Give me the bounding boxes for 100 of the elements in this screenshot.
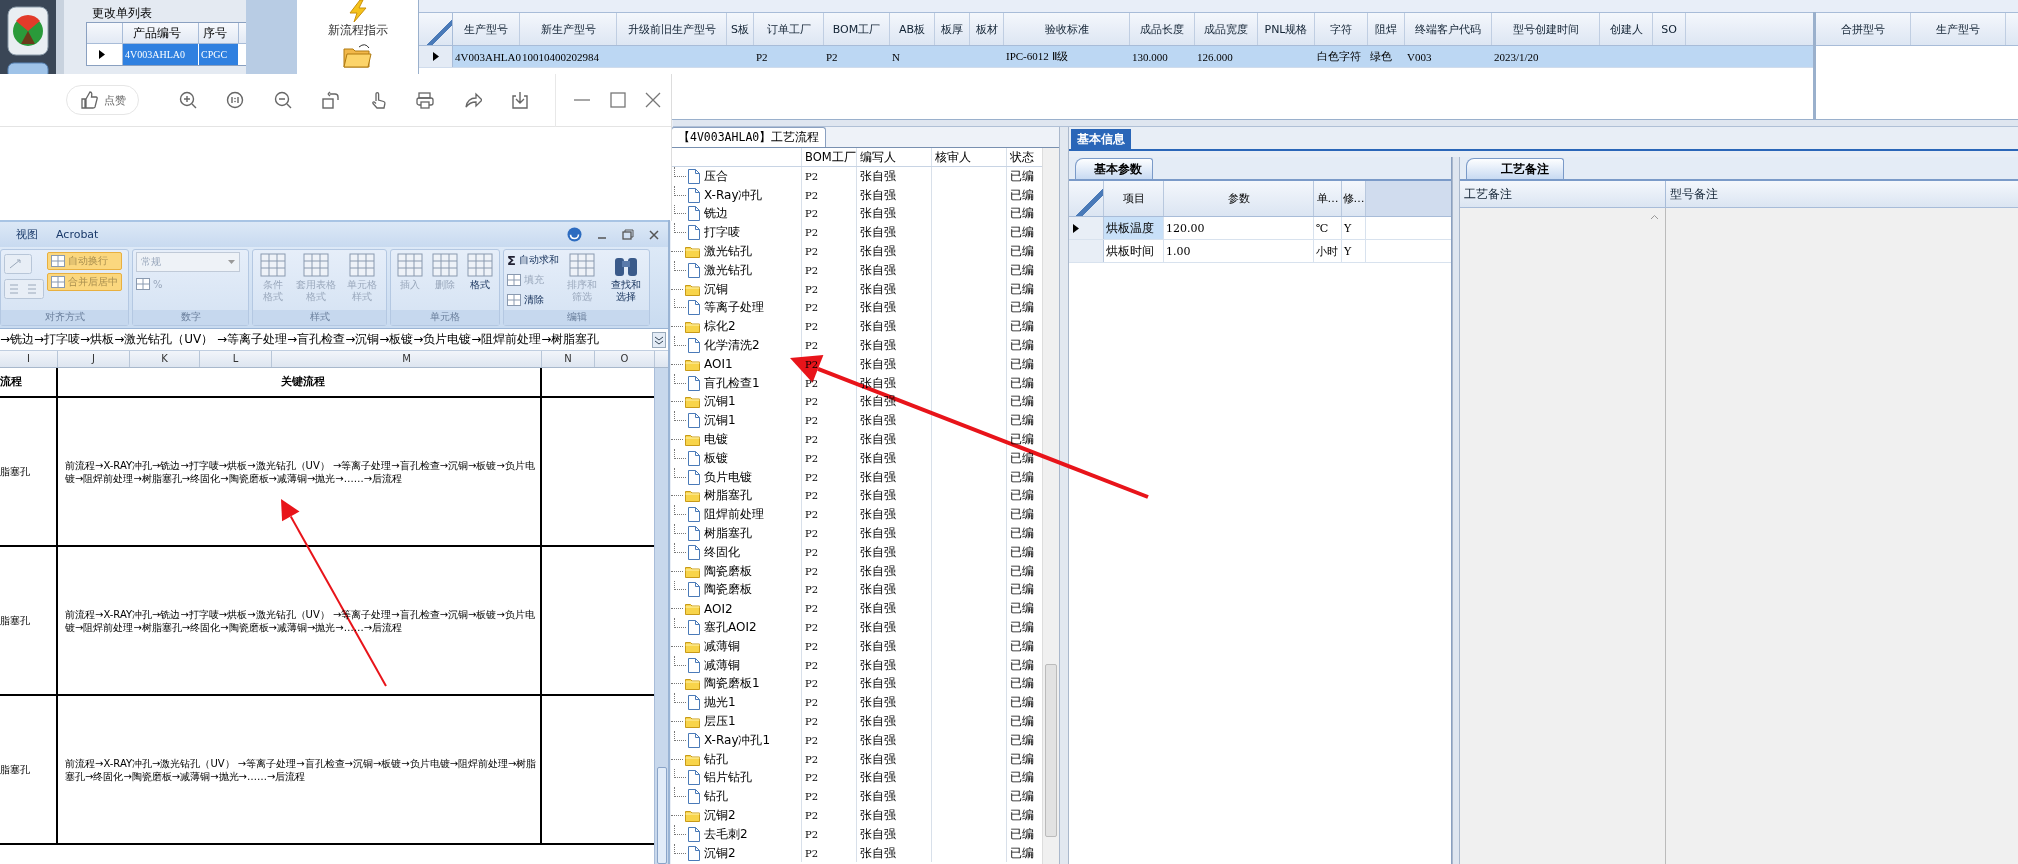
tab[interactable]: 【4V003AHLA0】工艺流程 bbox=[671, 127, 827, 147]
restore-icon[interactable] bbox=[622, 228, 634, 241]
tree-item[interactable]: 层压1 bbox=[704, 713, 736, 730]
tree-item[interactable]: X-Ray冲孔 bbox=[704, 186, 763, 204]
ribbon-button[interactable]: Σ 自动求和 bbox=[507, 252, 559, 269]
scrollbar[interactable] bbox=[654, 368, 668, 864]
tree-item[interactable]: 陶瓷磨板1 bbox=[704, 675, 760, 693]
column-header[interactable]: 状态 bbox=[1007, 148, 1042, 166]
tree-item[interactable]: 钻孔 bbox=[704, 788, 728, 806]
column-header[interactable]: 单… bbox=[1314, 181, 1342, 216]
column-header[interactable]: 成品宽度 bbox=[1195, 13, 1258, 45]
column-header[interactable]: L bbox=[200, 351, 272, 367]
tree-item[interactable]: 激光钻孔 bbox=[704, 243, 752, 261]
column-header[interactable]: 生产型号 bbox=[1911, 13, 2006, 45]
column-header[interactable]: 工艺备注 bbox=[1460, 181, 1666, 207]
column-header[interactable]: 项目 bbox=[1104, 181, 1164, 216]
tree-item[interactable]: 盲孔检查1 bbox=[704, 374, 760, 392]
tree-item[interactable]: 陶瓷磨板 bbox=[704, 562, 752, 580]
scrollbar[interactable] bbox=[1042, 148, 1059, 864]
column-header[interactable]: 字符 bbox=[1315, 13, 1368, 45]
column-header[interactable]: N bbox=[542, 351, 595, 367]
tree-item[interactable]: AOI1 bbox=[704, 357, 733, 372]
tree-item[interactable]: X-Ray冲孔1 bbox=[704, 731, 771, 749]
tab[interactable]: 基本参数 bbox=[1075, 158, 1153, 179]
formula-field[interactable]: →铣边→打字唛→烘板→激光钻孔（UV） →等离子处理→盲孔检查→沉铜→板镀→负片电镀→阻焊前处理→树脂塞孔 bbox=[0, 331, 652, 348]
tree-item[interactable]: 钻孔 bbox=[704, 750, 728, 768]
tree-item[interactable]: 铣边 bbox=[704, 205, 728, 223]
ribbon-button[interactable]: 清除 bbox=[507, 291, 559, 308]
table-cell[interactable]: 烘板温度 bbox=[1104, 217, 1164, 239]
column-header[interactable]: 编写人 bbox=[857, 148, 932, 166]
tab[interactable]: Acrobat bbox=[50, 228, 105, 241]
expand-icon[interactable] bbox=[652, 331, 666, 348]
tab[interactable]: 基本信息 bbox=[1071, 129, 1131, 149]
app-icon[interactable] bbox=[7, 62, 49, 74]
column-header[interactable]: 合拼型号 bbox=[1816, 13, 1911, 45]
tree-item[interactable]: 压合 bbox=[704, 167, 728, 185]
tree-item[interactable]: 减薄铜 bbox=[704, 637, 740, 655]
column-header[interactable]: PNL规格 bbox=[1258, 13, 1315, 45]
column-header[interactable]: BOM工厂 bbox=[824, 13, 890, 45]
tree-item[interactable]: 沉铜 bbox=[704, 280, 728, 298]
tree-item[interactable]: 等离子处理 bbox=[704, 299, 764, 317]
tree-item[interactable]: 树脂塞孔 bbox=[704, 525, 752, 543]
column-header[interactable]: 产品编号 bbox=[123, 23, 199, 43]
toolbar-label[interactable]: 新流程指示 bbox=[327, 22, 388, 39]
column-header[interactable]: 型号备注 bbox=[1666, 181, 2018, 207]
tree-item[interactable]: 板镀 bbox=[704, 449, 728, 467]
app-icon[interactable] bbox=[7, 6, 49, 56]
folder-icon[interactable] bbox=[342, 43, 373, 69]
tree-item[interactable]: 终固化 bbox=[704, 543, 740, 561]
ribbon-button[interactable]: 格式 bbox=[464, 252, 496, 308]
column-header[interactable]: BOM工厂 bbox=[802, 148, 857, 166]
column-header[interactable]: 新生产型号 bbox=[520, 13, 617, 45]
tree-item[interactable]: 阻焊前处理 bbox=[704, 506, 764, 524]
tree-item[interactable]: 电镀 bbox=[704, 431, 728, 449]
tree-item[interactable]: 激光钻孔 bbox=[704, 261, 752, 279]
column-header[interactable]: 验收标准 bbox=[1004, 13, 1130, 45]
tab[interactable]: 视图 bbox=[10, 227, 44, 242]
tree-item[interactable]: 沉铜2 bbox=[704, 844, 736, 862]
tree-item[interactable]: 树脂塞孔 bbox=[704, 487, 752, 505]
column-header[interactable]: 生产型号 bbox=[453, 13, 520, 45]
tree-item[interactable]: 沉铜1 bbox=[704, 393, 736, 411]
tree-item[interactable]: 陶瓷磨板 bbox=[704, 581, 752, 599]
tree-item[interactable]: 化学清洗2 bbox=[704, 337, 760, 355]
column-header[interactable]: I bbox=[0, 351, 58, 367]
tree-item[interactable]: 负片电镀 bbox=[704, 468, 752, 486]
column-header[interactable]: K bbox=[130, 351, 200, 367]
ribbon-button[interactable]: 查找和选择 bbox=[605, 252, 646, 308]
table-row[interactable]: 4V003AHLA010010400202984 P2 P2 N IPC-6012 Ⅱ级 130.000 126.000 白色字符 绿色 V003 2023/1/20 bbox=[419, 46, 1813, 68]
tree-item[interactable]: 抛光1 bbox=[704, 694, 736, 712]
column-header[interactable]: 板厚 bbox=[935, 13, 970, 45]
help-icon[interactable] bbox=[567, 227, 582, 242]
close-icon[interactable] bbox=[648, 228, 660, 241]
column-header[interactable]: 型号创建时间 bbox=[1492, 13, 1600, 45]
tree-item[interactable]: 塞孔AOI2 bbox=[704, 619, 757, 636]
column-header[interactable]: SO bbox=[1653, 13, 1686, 45]
tree-item[interactable]: 棕化2 bbox=[704, 318, 736, 336]
column-header[interactable]: 升级前旧生产型号 bbox=[617, 13, 727, 45]
column-header[interactable]: 成品长度 bbox=[1130, 13, 1195, 45]
column-header[interactable]: AB板 bbox=[890, 13, 935, 45]
column-header[interactable]: J bbox=[58, 351, 130, 367]
tree-item[interactable]: 打字唛 bbox=[704, 224, 740, 242]
column-header[interactable]: 核审人 bbox=[932, 148, 1007, 166]
column-header[interactable]: 创建人 bbox=[1600, 13, 1653, 45]
column-header[interactable]: 订单工厂 bbox=[754, 13, 824, 45]
tree-item[interactable]: 沉铜2 bbox=[704, 807, 736, 824]
column-header[interactable]: 序号 bbox=[199, 23, 239, 43]
tree-item[interactable]: 去毛刺2 bbox=[704, 825, 748, 843]
column-header[interactable]: S板 bbox=[727, 13, 754, 45]
tree-item[interactable]: AOI2 bbox=[704, 601, 733, 616]
column-header[interactable]: O bbox=[595, 351, 655, 367]
column-header[interactable]: M bbox=[272, 351, 542, 367]
tree-item[interactable]: 沉铜1 bbox=[704, 412, 736, 430]
column-header[interactable]: 参数 bbox=[1164, 181, 1314, 216]
column-header[interactable]: 终端客户代码 bbox=[1405, 13, 1492, 45]
column-header[interactable]: 阻焊 bbox=[1368, 13, 1405, 45]
tree-item[interactable]: 铝片钻孔 bbox=[704, 769, 752, 787]
tab[interactable]: 工艺备注 bbox=[1466, 158, 1564, 179]
table-cell[interactable]: 烘板时间 bbox=[1104, 240, 1164, 262]
column-header[interactable]: 板材 bbox=[970, 13, 1004, 45]
tree-item[interactable]: 减薄铜 bbox=[704, 656, 740, 674]
